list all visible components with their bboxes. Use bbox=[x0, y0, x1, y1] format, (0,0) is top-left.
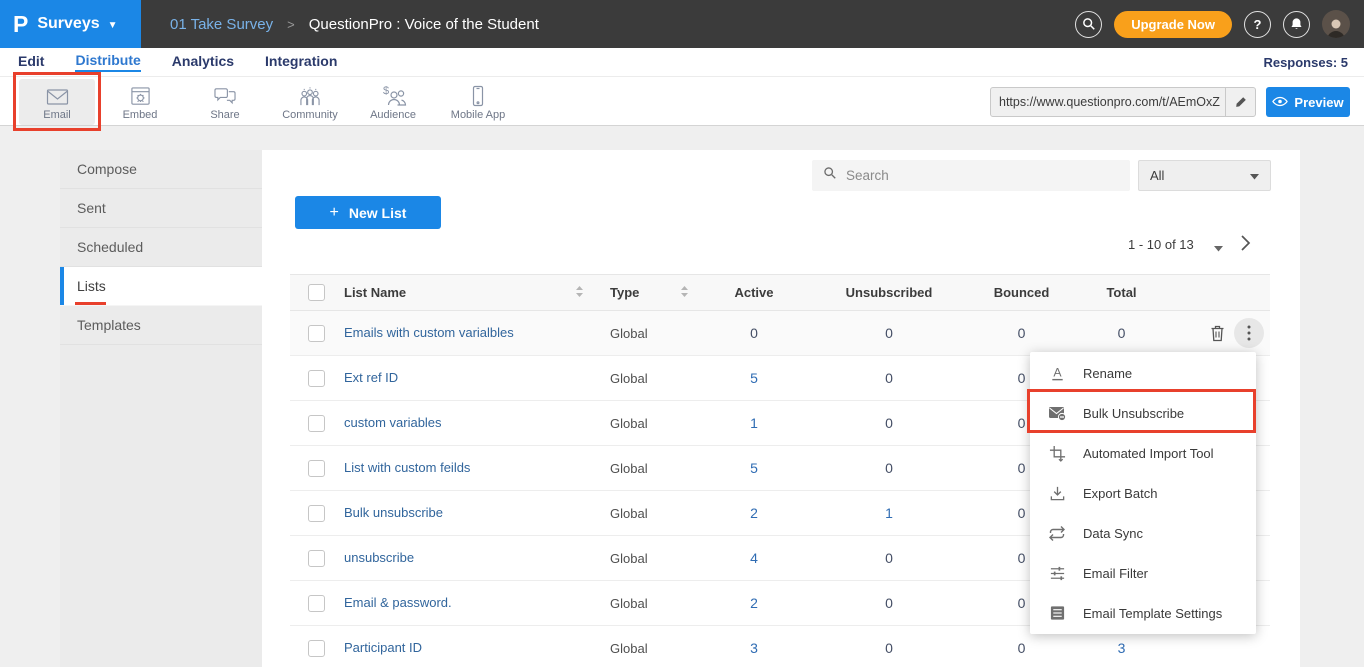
survey-tabbar: Edit Distribute Analytics Integration Re… bbox=[0, 48, 1364, 76]
sidebar-item-lists[interactable]: Lists bbox=[60, 267, 262, 306]
top-header: P Surveys ▼ 01 Take Survey > QuestionPro… bbox=[0, 0, 1364, 48]
pencil-icon bbox=[1234, 95, 1248, 109]
breadcrumb: 01 Take Survey > QuestionPro : Voice of … bbox=[170, 0, 539, 48]
embed-icon bbox=[129, 83, 152, 107]
sidebar-item-templates[interactable]: Templates bbox=[60, 306, 262, 345]
table-header-row: List Name Type Active Unsubscribed Bounc… bbox=[290, 274, 1270, 311]
list-name-link[interactable]: Emails with custom varialbles bbox=[344, 325, 514, 340]
email-filter-icon bbox=[1048, 564, 1066, 582]
breadcrumb-separator: > bbox=[287, 17, 295, 32]
more-options-icon bbox=[1247, 325, 1251, 341]
new-list-button[interactable]: + New List bbox=[295, 196, 441, 229]
menu-item-export-batch[interactable]: Export Batch bbox=[1030, 473, 1256, 513]
edit-url-button[interactable] bbox=[1225, 88, 1255, 116]
sidebar-item-sent[interactable]: Sent bbox=[60, 189, 262, 228]
channel-share[interactable]: Share bbox=[187, 79, 263, 125]
row-checkbox[interactable] bbox=[308, 325, 325, 342]
list-name-link[interactable]: Participant ID bbox=[344, 640, 422, 655]
tab-integration[interactable]: Integration bbox=[265, 53, 337, 71]
product-menu-label: Surveys bbox=[37, 15, 99, 33]
notifications-bell-icon[interactable] bbox=[1283, 11, 1310, 38]
menu-item-bulk-unsubscribe[interactable]: Bulk Unsubscribe bbox=[1030, 393, 1256, 433]
survey-url-input[interactable]: https://www.questionpro.com/t/AEmOxZ bbox=[991, 88, 1225, 116]
help-icon[interactable]: ? bbox=[1244, 11, 1271, 38]
preview-button[interactable]: Preview bbox=[1266, 87, 1350, 117]
tab-edit[interactable]: Edit bbox=[18, 53, 44, 71]
chevron-down-icon bbox=[1250, 168, 1259, 183]
list-name-link[interactable]: Bulk unsubscribe bbox=[344, 505, 443, 520]
pagination: 1 - 10 of 13 bbox=[262, 230, 1270, 260]
row-checkbox[interactable] bbox=[308, 550, 325, 567]
header-actions: Upgrade Now ? bbox=[1075, 0, 1350, 48]
bulk-unsubscribe-icon bbox=[1048, 404, 1066, 422]
questionpro-logo: P bbox=[13, 11, 28, 38]
menu-item-email-filter[interactable]: Email Filter bbox=[1030, 553, 1256, 593]
email-template-icon bbox=[1048, 604, 1066, 622]
export-batch-icon bbox=[1048, 484, 1066, 502]
breadcrumb-survey-name[interactable]: 01 Take Survey bbox=[170, 16, 273, 33]
tab-distribute[interactable]: Distribute bbox=[75, 52, 140, 72]
trash-icon bbox=[1210, 325, 1225, 342]
channel-embed[interactable]: Embed bbox=[102, 79, 178, 125]
channel-audience[interactable]: $ Audience bbox=[355, 79, 431, 125]
search-icon bbox=[823, 166, 837, 185]
data-sync-icon bbox=[1048, 524, 1066, 542]
search-placeholder: Search bbox=[846, 168, 889, 183]
row-checkbox[interactable] bbox=[308, 595, 325, 612]
delete-list-button[interactable] bbox=[1204, 320, 1230, 346]
plus-icon: + bbox=[330, 204, 339, 222]
list-name-link[interactable]: Email & password. bbox=[344, 595, 452, 610]
row-checkbox[interactable] bbox=[308, 415, 325, 432]
next-page-button[interactable] bbox=[1240, 234, 1252, 257]
channel-mobile-app[interactable]: Mobile App bbox=[440, 79, 516, 125]
sidebar-item-scheduled[interactable]: Scheduled bbox=[60, 228, 262, 267]
eye-icon bbox=[1272, 95, 1288, 110]
surveys-product-menu[interactable]: P Surveys ▼ bbox=[0, 0, 141, 48]
menu-item-data-sync[interactable]: Data Sync bbox=[1030, 513, 1256, 553]
search-input[interactable]: Search bbox=[812, 160, 1130, 191]
automated-import-icon bbox=[1048, 444, 1066, 462]
menu-item-email-template-settings[interactable]: Email Template Settings bbox=[1030, 593, 1256, 633]
menu-item-automated-import-tool[interactable]: Automated Import Tool bbox=[1030, 433, 1256, 473]
row-actions-kebab[interactable] bbox=[1234, 318, 1264, 348]
rename-icon: A bbox=[1048, 364, 1066, 382]
list-name-link[interactable]: Ext ref ID bbox=[344, 370, 398, 385]
channel-community[interactable]: Community bbox=[272, 79, 348, 125]
row-checkbox[interactable] bbox=[308, 370, 325, 387]
email-icon bbox=[44, 83, 71, 107]
svg-text:A: A bbox=[1053, 365, 1062, 379]
table-row: Emails with custom varialbles Global 0 0… bbox=[290, 311, 1270, 356]
sidebar-item-compose[interactable]: Compose bbox=[60, 150, 262, 189]
user-avatar[interactable] bbox=[1322, 10, 1350, 38]
tab-analytics[interactable]: Analytics bbox=[172, 53, 234, 71]
row-checkbox[interactable] bbox=[308, 640, 325, 657]
chevron-down-icon[interactable] bbox=[1214, 239, 1223, 257]
menu-item-rename[interactable]: A Rename bbox=[1030, 353, 1256, 393]
upgrade-now-button[interactable]: Upgrade Now bbox=[1114, 11, 1232, 38]
list-filter-dropdown[interactable]: All bbox=[1138, 160, 1271, 191]
list-name-link[interactable]: unsubscribe bbox=[344, 550, 414, 565]
distribute-toolbar: Email Embed Share Community $ Audience M… bbox=[0, 76, 1364, 126]
survey-url-field: https://www.questionpro.com/t/AEmOxZ bbox=[990, 87, 1256, 117]
mobile-app-icon bbox=[471, 83, 485, 107]
responses-count[interactable]: Responses: 5 bbox=[1263, 55, 1348, 70]
row-checkbox[interactable] bbox=[308, 505, 325, 522]
list-name-link[interactable]: List with custom feilds bbox=[344, 460, 470, 475]
share-icon bbox=[212, 83, 238, 107]
chevron-down-icon: ▼ bbox=[108, 20, 118, 31]
sort-icon[interactable] bbox=[680, 285, 689, 301]
row-checkbox[interactable] bbox=[308, 460, 325, 477]
email-sidebar: Compose Sent Scheduled Lists Templates bbox=[60, 150, 262, 667]
search-icon[interactable] bbox=[1075, 11, 1102, 38]
pagination-range[interactable]: 1 - 10 of 13 bbox=[1128, 237, 1194, 252]
community-icon bbox=[296, 83, 324, 107]
svg-text:$: $ bbox=[383, 85, 389, 97]
row-actions-menu: A Rename Bulk Unsubscribe Automated Impo… bbox=[1030, 352, 1256, 634]
channel-email[interactable]: Email bbox=[19, 79, 95, 125]
list-name-link[interactable]: custom variables bbox=[344, 415, 442, 430]
breadcrumb-page-title: QuestionPro : Voice of the Student bbox=[309, 16, 539, 33]
sort-icon[interactable] bbox=[575, 285, 584, 301]
audience-icon: $ bbox=[380, 83, 407, 107]
select-all-checkbox[interactable] bbox=[308, 284, 325, 301]
